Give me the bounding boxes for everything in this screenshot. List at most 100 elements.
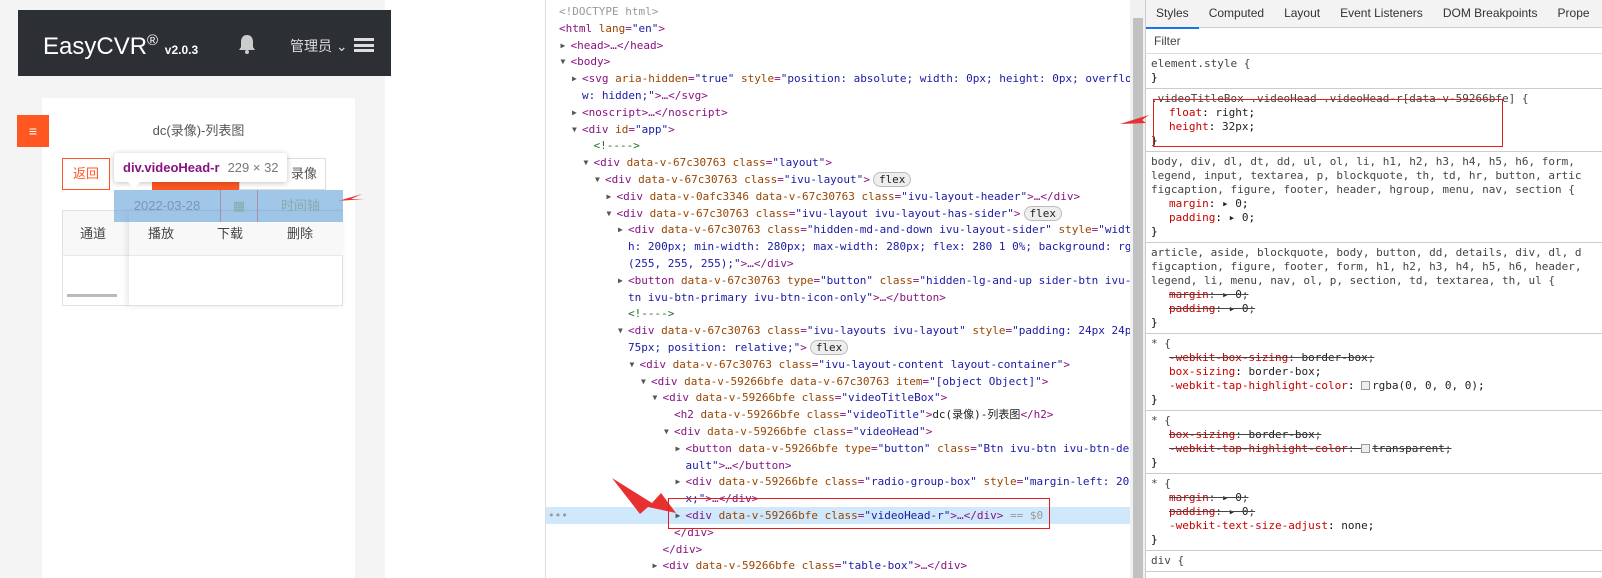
tab-styles[interactable]: Styles bbox=[1146, 0, 1199, 29]
rule-selector[interactable]: article, aside, blockquote, body, button… bbox=[1151, 246, 1602, 288]
dom-node-line[interactable]: ▼ <div data-v-67c30763 class="ivu-layouts… bbox=[546, 322, 1130, 339]
flex-badge[interactable]: flex bbox=[872, 172, 912, 187]
dom-node-line[interactable]: ▼ <div data-v-67c30763 class="ivu-layout"… bbox=[546, 171, 1130, 188]
token-val: "app" bbox=[635, 122, 669, 136]
rule-selector[interactable]: div { bbox=[1151, 554, 1602, 568]
flex-badge[interactable]: flex bbox=[1023, 205, 1062, 221]
dom-node-line[interactable]: ▶ <div data-v-67c30763 class="hidden-md-a… bbox=[546, 221, 1130, 238]
dom-node-line[interactable]: ▶ <div data-v-59266bfe class="radio-group… bbox=[546, 473, 1131, 490]
horizontal-scrollbar[interactable] bbox=[67, 294, 117, 297]
dom-node-line[interactable]: ▼ <div data-v-59266bfe data-v-67c30763 it… bbox=[546, 373, 1130, 390]
dom-node-line[interactable]: ▼ <div id="app"> bbox=[546, 121, 1130, 138]
dom-node-line[interactable]: ▼ <div data-v-67c30763 class="ivu-layout … bbox=[546, 205, 1130, 222]
collapsed-arrow-icon[interactable]: ▶ bbox=[607, 188, 612, 205]
expanded-arrow-icon[interactable]: ▼ bbox=[607, 205, 612, 222]
dom-node-line[interactable]: tn ivu-btn-primary ivu-btn-icon-only">…<… bbox=[546, 289, 1130, 306]
tab-dom-breakpoints[interactable]: DOM Breakpoints bbox=[1433, 0, 1548, 27]
collapsed-arrow-icon[interactable]: ▶ bbox=[676, 440, 681, 457]
brand-logo[interactable]: EasyCVR® v2.0.3 bbox=[43, 32, 198, 61]
dom-node-line[interactable]: ▶ <noscript>…</noscript> bbox=[546, 104, 1130, 121]
collapsed-arrow-icon[interactable]: ▶ bbox=[618, 221, 623, 238]
dom-node-line[interactable]: (255, 255, 255);">…</div> bbox=[546, 255, 1130, 272]
dom-node-line[interactable]: ▶ <div data-v-59266bfe class="table-box">… bbox=[546, 557, 1130, 574]
dom-node-line[interactable]: <!----> bbox=[546, 305, 1130, 322]
css-property[interactable]: margin: ▸ 0; bbox=[1151, 288, 1602, 302]
css-property[interactable]: -webkit-text-size-adjust: none; bbox=[1151, 519, 1602, 533]
expanded-arrow-icon[interactable]: ▼ bbox=[618, 322, 623, 339]
rule-close-brace: } bbox=[1151, 533, 1158, 546]
dom-node-line[interactable]: <!DOCTYPE html> bbox=[546, 3, 1130, 20]
dom-node-line[interactable]: 75px; position: relative;"> flex bbox=[546, 339, 1130, 356]
dom-node-line[interactable]: <!----> bbox=[546, 137, 1130, 154]
dom-node-line[interactable]: ▼ <div data-v-67c30763 class="layout"> bbox=[546, 154, 1130, 171]
expanded-arrow-icon[interactable]: ▼ bbox=[584, 154, 589, 171]
hamburger-menu-icon[interactable] bbox=[354, 38, 374, 52]
collapsed-arrow-icon[interactable]: ▶ bbox=[572, 104, 577, 121]
expanded-arrow-icon[interactable]: ▼ bbox=[641, 373, 646, 390]
dom-node-line[interactable]: ▶ <svg aria-hidden="true" style="position… bbox=[546, 70, 1130, 87]
rule-selector[interactable]: element.style { bbox=[1151, 57, 1602, 71]
expanded-arrow-icon[interactable]: ▼ bbox=[561, 53, 566, 70]
collapsed-arrow-icon[interactable]: ▶ bbox=[618, 272, 623, 289]
color-swatch-icon[interactable] bbox=[1361, 381, 1371, 390]
rule-selector[interactable]: * { bbox=[1151, 477, 1602, 491]
styles-pane: Styles Computed Layout Event Listeners DOM B… bbox=[1145, 0, 1602, 578]
css-property[interactable]: margin: ▸ 0; bbox=[1151, 491, 1602, 505]
date-input[interactable]: 2022-03-28 bbox=[114, 190, 221, 222]
color-swatch-icon[interactable] bbox=[1361, 444, 1371, 453]
dom-node-line[interactable]: h: 200px; min-width: 280px; max-width: 2… bbox=[546, 238, 1130, 255]
dom-node-line[interactable]: ▼ <body> bbox=[546, 53, 1130, 70]
collapsed-arrow-icon[interactable]: ▶ bbox=[572, 70, 577, 87]
elements-panel: <!DOCTYPE html> <html lang="en"> ▶ <head>…<… bbox=[545, 0, 1130, 578]
elements-scrollbar[interactable] bbox=[1130, 0, 1145, 578]
tab-event-listeners[interactable]: Event Listeners bbox=[1330, 0, 1433, 27]
dom-node-line[interactable]: ▼ <div data-v-59266bfe class="videoHead"> bbox=[546, 423, 1130, 440]
css-property[interactable]: margin: ▸ 0; bbox=[1151, 197, 1602, 211]
css-property[interactable]: padding: ▸ 0; bbox=[1151, 505, 1602, 519]
expanded-arrow-icon[interactable]: ▼ bbox=[572, 121, 577, 138]
dom-node-line[interactable]: w: hidden;">…</svg> bbox=[546, 87, 1130, 104]
css-property[interactable]: -webkit-tap-highlight-color: transparent… bbox=[1151, 442, 1602, 456]
back-button[interactable]: 返回 bbox=[62, 158, 110, 190]
user-menu[interactable]: 管理员 ⌄ bbox=[290, 36, 348, 56]
dom-node-line[interactable]: ▼ <div data-v-59266bfe class="videoTitleB… bbox=[546, 389, 1130, 406]
expanded-arrow-icon[interactable]: ▼ bbox=[595, 171, 600, 188]
rule-selector[interactable]: body, div, dl, dt, dd, ul, ol, li, h1, h… bbox=[1151, 155, 1602, 197]
dom-node-line[interactable]: ▶ <div data-v-0afc3346 data-v-67c30763 cl… bbox=[546, 188, 1130, 205]
dom-node-line[interactable]: ▶ <button data-v-59266bfe type="button" c… bbox=[546, 440, 1131, 457]
scroll-thumb[interactable] bbox=[1133, 18, 1143, 578]
flex-badge[interactable]: flex bbox=[809, 340, 849, 355]
css-property[interactable]: -webkit-tap-highlight-color: rgba(0, 0, … bbox=[1151, 379, 1602, 393]
tab-computed[interactable]: Computed bbox=[1199, 0, 1274, 27]
rule-selector[interactable]: * { bbox=[1151, 337, 1602, 351]
token-tag: <div bbox=[616, 206, 650, 220]
dom-node-line[interactable]: ▶ <head>…</head> bbox=[546, 37, 1130, 54]
dom-node-line[interactable]: </div> bbox=[546, 541, 1130, 558]
dom-node-line[interactable]: <h2 data-v-59266bfe class="videoTitle">d… bbox=[546, 406, 1130, 423]
expanded-arrow-icon[interactable]: ▼ bbox=[653, 389, 658, 406]
collapsed-arrow-icon[interactable]: ▶ bbox=[561, 37, 566, 54]
dom-node-line[interactable]: ▶ <button data-v-67c30763 type="button" c… bbox=[546, 272, 1130, 289]
dom-node-line[interactable]: ▼ <div data-v-67c30763 class="ivu-layout-… bbox=[546, 356, 1130, 373]
calendar-icon[interactable]: ▦ bbox=[221, 190, 258, 222]
css-property[interactable]: -webkit-box-sizing: border-box; bbox=[1151, 351, 1602, 365]
tab-prope[interactable]: Prope bbox=[1548, 0, 1600, 27]
expanded-arrow-icon[interactable]: ▼ bbox=[664, 423, 669, 440]
expanded-arrow-icon[interactable]: ▼ bbox=[630, 356, 635, 373]
collapsed-arrow-icon[interactable]: ▶ bbox=[676, 473, 681, 490]
tab-layout[interactable]: Layout bbox=[1274, 0, 1330, 27]
css-property[interactable]: padding: ▸ 0; bbox=[1151, 211, 1602, 225]
bell-icon[interactable] bbox=[238, 34, 256, 54]
collapsed-arrow-icon[interactable]: ▶ bbox=[653, 557, 658, 574]
more-dots-icon[interactable]: ••• bbox=[548, 507, 568, 524]
dom-node-line[interactable]: <html lang="en"> bbox=[546, 20, 1130, 37]
css-property[interactable]: box-sizing: border-box; bbox=[1151, 365, 1602, 379]
filter-input[interactable]: Filter bbox=[1146, 28, 1602, 54]
token-tag: <div bbox=[674, 425, 708, 438]
token-tag: <div bbox=[662, 559, 696, 573]
dom-node-line[interactable]: ault">…</button> bbox=[546, 457, 1130, 474]
rule-selector[interactable]: * { bbox=[1151, 414, 1602, 428]
css-property[interactable]: box-sizing: border-box; bbox=[1151, 428, 1602, 442]
css-property[interactable]: padding: ▸ 0; bbox=[1151, 302, 1602, 316]
timeline-button[interactable]: 时间轴 bbox=[258, 190, 343, 222]
